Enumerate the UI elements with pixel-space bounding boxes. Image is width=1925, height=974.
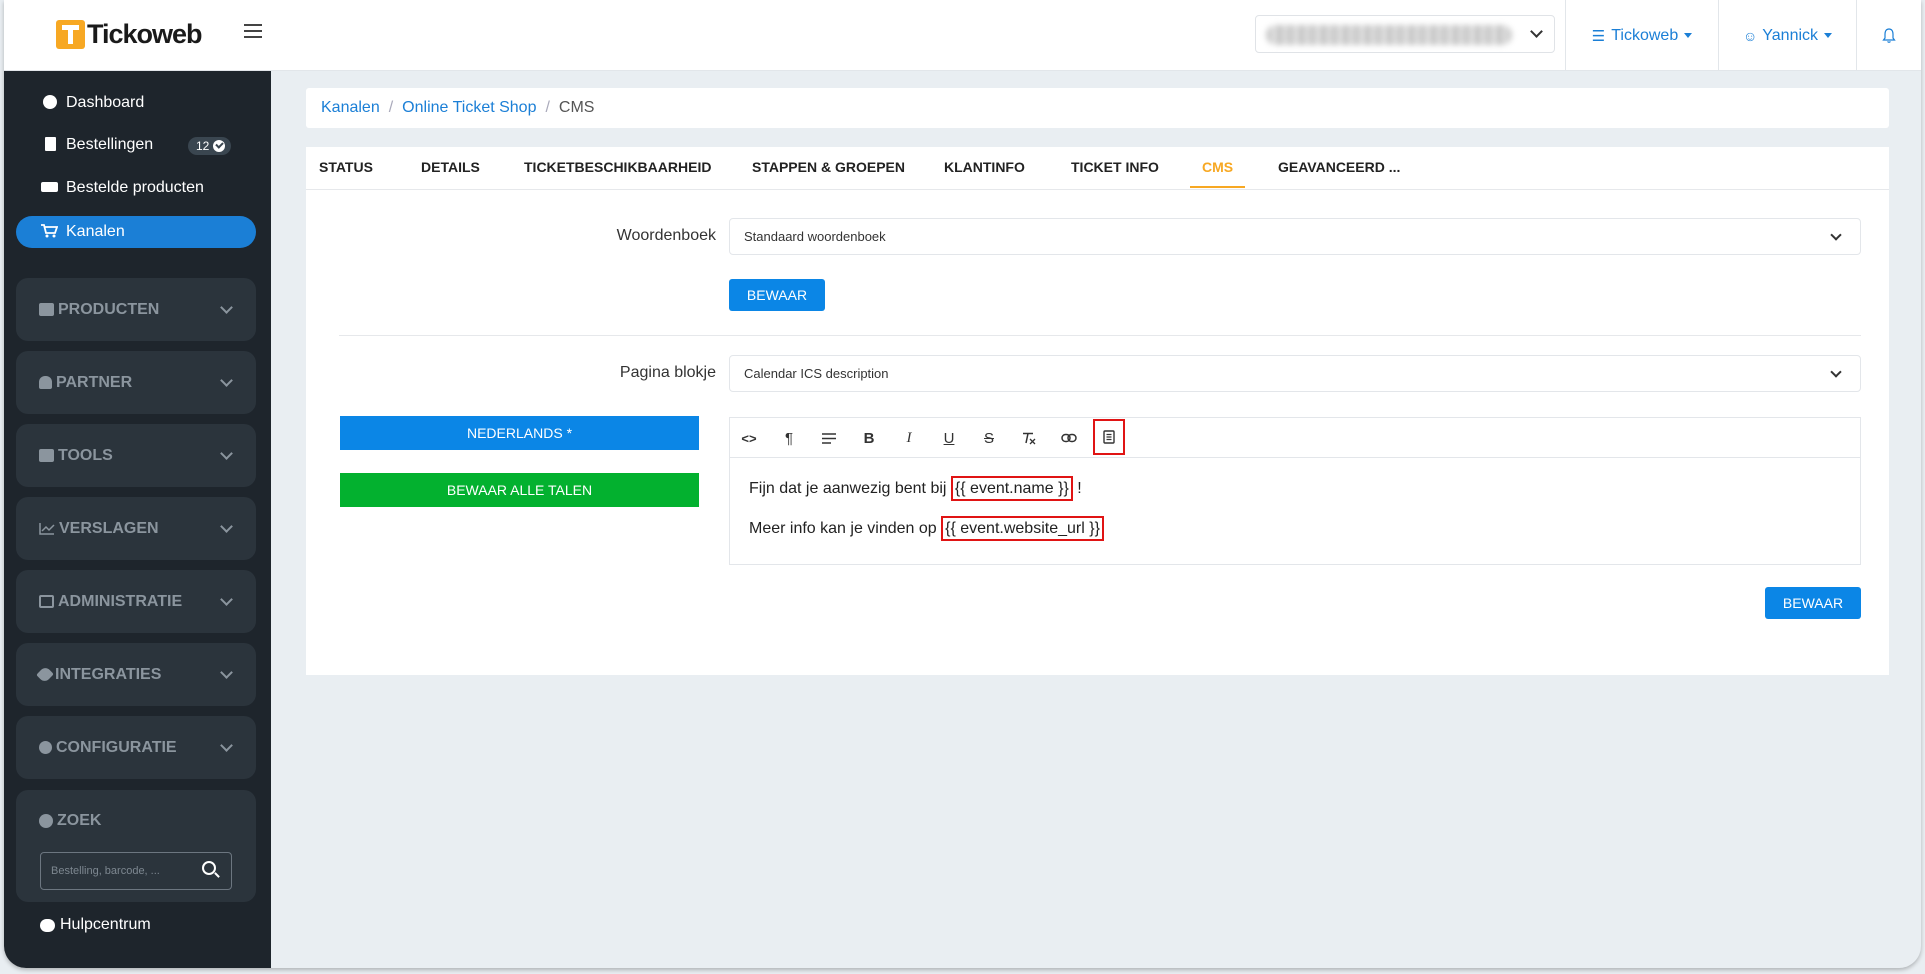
sidebar-group-verslagen[interactable]: VERSLAGEN [16,497,256,560]
check-circle-icon [213,140,226,152]
search-icon[interactable] [202,861,216,875]
tab-klantinfo[interactable]: KLANTINFO [944,159,1025,186]
template-variable-icon[interactable] [1093,419,1125,455]
caret-down-icon [1824,33,1833,38]
event-select[interactable] [1255,15,1555,53]
sidebar-group-integraties[interactable]: INTEGRATIES [16,643,256,706]
puzzle-icon [39,449,54,462]
sidebar-group-partner[interactable]: PARTNER [16,351,256,414]
editor-content[interactable]: Fijn dat je aanwezig bent bij {{ event.n… [749,476,1104,560]
user-menu-label: Yannick [1762,26,1819,44]
save-button[interactable]: BEWAAR [1765,587,1861,619]
chevron-down-icon [1830,366,1842,378]
save-all-languages-button[interactable]: BEWAAR ALLE TALEN [340,473,699,507]
logo-text: Tickoweb [87,19,203,49]
org-menu-label: Tickoweb [1611,26,1679,44]
rocket-icon [36,665,54,684]
sidebar-group-producten[interactable]: PRODUCTEN [16,278,256,341]
dashboard-icon [43,95,57,109]
italic-icon[interactable]: I [898,427,920,449]
page-block-select[interactable]: Calendar ICS description [729,355,1861,392]
gear-icon [39,741,52,754]
breadcrumb: Kanalen / Online Ticket Shop / CMS [306,88,1889,128]
chevron-down-icon [220,301,233,314]
user-icon: ☺ [1742,27,1758,44]
help-center-link[interactable]: Hulpcentrum [40,916,151,934]
dictionary-label: Woordenboek [616,227,716,244]
ticket-icon [41,182,58,192]
logo-mark-icon [56,20,85,49]
tab-ticketbeschikbaarheid[interactable]: TICKETBESCHIKBAARHEID [524,159,711,186]
cart-icon [41,224,58,238]
sidebar-group-administratie[interactable]: ADMINISTRATIE [16,570,256,633]
org-menu[interactable]: ☰ Tickoweb [1565,0,1718,71]
line-chart-icon [39,523,55,535]
underline-icon[interactable]: U [938,427,960,449]
bold-icon[interactable]: B [858,427,880,449]
app-window: Tickoweb ☰ Tickoweb ☺ Yannick Dashboard … [4,0,1921,968]
logo[interactable]: Tickoweb [56,19,203,50]
dictionary-select[interactable]: Standaard woordenboek [729,218,1861,255]
blurred-value [1266,25,1512,45]
top-bar: Tickoweb ☰ Tickoweb ☺ Yannick [4,0,1921,71]
chevron-down-icon [220,447,233,460]
save-dictionary-button[interactable]: BEWAAR [729,279,825,311]
caret-down-icon [1684,33,1693,38]
tab-ticket-info[interactable]: TICKET INFO [1071,159,1159,186]
page-block-label: Pagina blokje [619,364,716,381]
file-icon [45,137,56,151]
sidebar-item-bestellingen[interactable]: Bestellingen 12 [16,129,256,161]
chevron-down-icon [220,739,233,752]
strikethrough-icon[interactable]: S [978,427,1000,449]
paragraph-icon[interactable]: ¶ [778,427,800,449]
search-title: ZOEK [39,812,101,830]
chevron-down-icon [1830,229,1842,241]
menu-toggle-icon[interactable] [244,24,262,40]
sidebar-item-dashboard[interactable]: Dashboard [16,87,256,119]
tab-details[interactable]: DETAILS [421,159,480,186]
main-panel: STATUS DETAILS TICKETBESCHIKBAARHEID STA… [306,147,1889,675]
sidebar-group-tools[interactable]: TOOLS [16,424,256,487]
variable-event-name: {{ event.name }} [950,476,1073,501]
user-icon [39,376,52,389]
sidebar: Dashboard Bestellingen 12 Bestelde produ… [4,71,271,968]
language-tab-nederlands[interactable]: NEDERLANDS * [340,416,699,450]
sidebar-search-panel: ZOEK [16,790,256,902]
sliders-icon: ☰ [1591,27,1606,45]
ticket-icon [39,303,54,316]
tab-cms[interactable]: CMS [1190,159,1246,188]
table-icon [39,595,54,608]
bell-icon [1882,27,1896,43]
editor-line-2: Meer info kan je vinden op {{ event.webs… [749,516,1104,541]
editor-toolbar: <> ¶ B I U S [730,418,1860,458]
user-menu[interactable]: ☺ Yannick [1718,0,1856,71]
sidebar-group-configuratie[interactable]: CONFIGURATIE [16,716,256,779]
chevron-down-icon [1530,25,1543,38]
tab-bar: STATUS DETAILS TICKETBESCHIKBAARHEID STA… [306,147,1889,190]
breadcrumb-current: CMS [558,99,595,116]
info-icon [39,814,53,828]
code-view-icon[interactable]: <> [738,427,760,449]
chevron-down-icon [220,520,233,533]
breadcrumb-kanalen[interactable]: Kanalen [321,99,380,117]
rich-text-editor: <> ¶ B I U S Fijn dat je aanwezig bent b… [729,417,1861,565]
variable-event-website-url: {{ event.website_url }} [941,516,1104,541]
divider [339,335,1861,336]
tab-status[interactable]: STATUS [319,159,373,186]
sidebar-item-bestelde-producten[interactable]: Bestelde producten [16,172,256,204]
tab-stappen-groepen[interactable]: STAPPEN & GROEPEN [752,159,905,186]
breadcrumb-online-ticket-shop[interactable]: Online Ticket Shop [402,99,536,117]
chat-icon [40,918,55,932]
chevron-down-icon [220,374,233,387]
tab-geavanceerd[interactable]: GEAVANCEERD ... [1278,159,1400,186]
clear-format-icon[interactable] [1018,427,1040,449]
chevron-down-icon [220,666,233,679]
sidebar-item-kanalen[interactable]: Kanalen [16,216,256,248]
chevron-down-icon [220,593,233,606]
editor-line-1: Fijn dat je aanwezig bent bij {{ event.n… [749,476,1104,501]
link-icon[interactable] [1058,427,1080,449]
orders-count-badge: 12 [188,137,232,155]
notifications-button[interactable] [1856,0,1921,71]
align-icon[interactable] [818,427,840,449]
